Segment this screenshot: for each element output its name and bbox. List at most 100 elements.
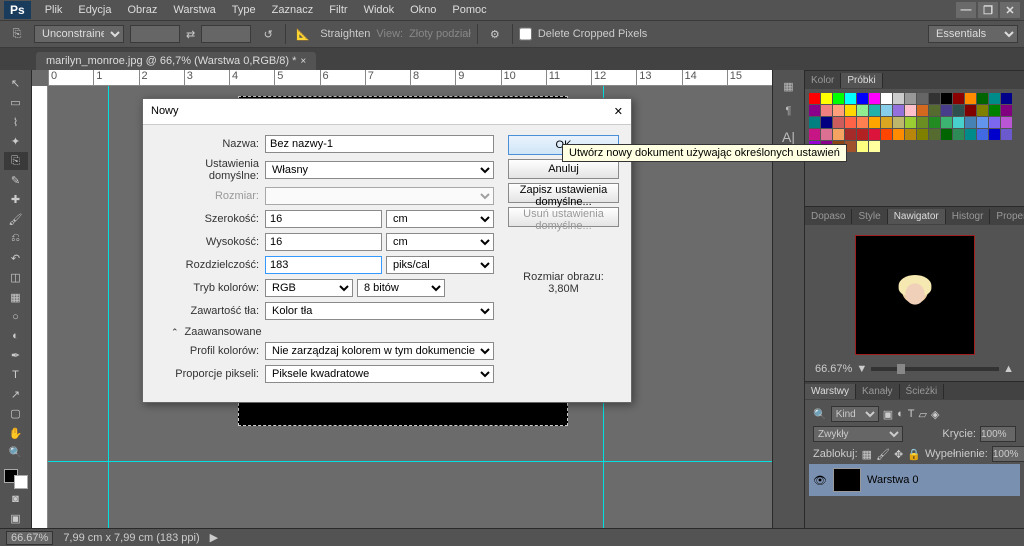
swatches-shortcut-icon[interactable]: ▦	[783, 80, 793, 93]
swatch[interactable]	[893, 117, 904, 128]
swatch[interactable]	[809, 105, 820, 116]
swatch[interactable]	[809, 117, 820, 128]
swatch[interactable]	[929, 129, 940, 140]
wand-tool[interactable]: ✦	[4, 132, 28, 150]
minimize-button[interactable]: —	[956, 2, 976, 18]
swatch[interactable]	[845, 117, 856, 128]
swatch[interactable]	[881, 105, 892, 116]
straighten-icon[interactable]: 📐	[292, 23, 314, 45]
zoom-input[interactable]: 66.67%	[6, 531, 53, 545]
tab-navigator[interactable]: Nawigator	[888, 209, 946, 224]
preset-select[interactable]: Własny	[265, 161, 494, 179]
swatch[interactable]	[1001, 129, 1012, 140]
layer-thumbnail[interactable]	[833, 468, 861, 492]
search-icon[interactable]: 🔍	[813, 408, 827, 421]
path-tool[interactable]: ↗	[4, 385, 28, 403]
layer-filter-select[interactable]: Kind	[831, 406, 879, 422]
menu-file[interactable]: Plik	[37, 2, 71, 18]
filter-type-icon[interactable]: T	[908, 408, 915, 420]
swatch[interactable]	[893, 129, 904, 140]
pen-tool[interactable]: ✒	[4, 346, 28, 364]
swatch[interactable]	[833, 93, 844, 104]
crop-width-input[interactable]	[130, 25, 180, 43]
menu-window[interactable]: Okno	[402, 2, 444, 18]
opacity-input[interactable]	[980, 426, 1016, 442]
swatch[interactable]	[917, 129, 928, 140]
height-unit-select[interactable]: cm	[386, 233, 494, 251]
swatch[interactable]	[857, 141, 868, 152]
visibility-icon[interactable]: 👁	[813, 474, 827, 487]
paragraph-shortcut-icon[interactable]: ¶	[786, 105, 792, 117]
swatch[interactable]	[977, 93, 988, 104]
swatch[interactable]	[941, 105, 952, 116]
swatch[interactable]	[833, 117, 844, 128]
guide-horizontal[interactable]	[48, 461, 772, 462]
swatch[interactable]	[977, 117, 988, 128]
layer-row[interactable]: 👁 Warstwa 0	[809, 464, 1020, 496]
swatch[interactable]	[893, 105, 904, 116]
menu-image[interactable]: Obraz	[119, 2, 165, 18]
swatch[interactable]	[941, 129, 952, 140]
tab-histogram[interactable]: Histogr	[946, 209, 991, 224]
swatch[interactable]	[869, 117, 880, 128]
close-window-button[interactable]: ✕	[1000, 2, 1020, 18]
stamp-tool[interactable]: ⎌	[4, 230, 28, 248]
document-tab[interactable]: marilyn_monroe.jpg @ 66,7% (Warstwa 0,RG…	[36, 52, 316, 70]
swatch[interactable]	[821, 105, 832, 116]
type-tool[interactable]: T	[4, 366, 28, 384]
maximize-button[interactable]: ❐	[978, 2, 998, 18]
workspace-select[interactable]: Essentials	[928, 25, 1018, 43]
background-select[interactable]: Kolor tła	[265, 302, 494, 320]
swatch[interactable]	[833, 105, 844, 116]
blend-mode-select[interactable]: Zwykły	[813, 426, 903, 442]
tab-adjustments[interactable]: Dopaso	[805, 209, 852, 224]
swatch[interactable]	[965, 93, 976, 104]
swatch[interactable]	[953, 93, 964, 104]
brush-tool[interactable]: 🖌	[4, 210, 28, 228]
swatch[interactable]	[857, 93, 868, 104]
shape-tool[interactable]: ▢	[4, 405, 28, 423]
zoom-tool[interactable]: 🔍	[4, 444, 28, 462]
zoom-out-icon[interactable]: ▼	[856, 363, 867, 375]
history-brush-tool[interactable]: ↶	[4, 249, 28, 267]
swatch[interactable]	[881, 129, 892, 140]
screenmode-tool[interactable]: ▣	[4, 510, 28, 528]
color-swatches-toggle[interactable]	[4, 469, 28, 489]
swatch[interactable]	[845, 129, 856, 140]
swatch[interactable]	[917, 117, 928, 128]
swatch[interactable]	[809, 129, 820, 140]
tab-styles[interactable]: Style	[852, 209, 887, 224]
lock-pixels-icon[interactable]: 🖌	[876, 448, 890, 461]
cancel-button[interactable]: Anuluj	[508, 159, 619, 179]
swatch[interactable]	[905, 129, 916, 140]
zoom-in-icon[interactable]: ▲	[1003, 363, 1014, 375]
navigator-thumbnail[interactable]	[855, 235, 975, 355]
swatch[interactable]	[989, 93, 1000, 104]
lasso-tool[interactable]: ⌇	[4, 113, 28, 131]
advanced-toggle[interactable]: ⌃ Zaawansowane	[171, 326, 494, 338]
swatch[interactable]	[881, 93, 892, 104]
filter-image-icon[interactable]: ▣	[883, 408, 893, 421]
swatch[interactable]	[881, 117, 892, 128]
resolution-unit-select[interactable]: piks/cal	[386, 256, 494, 274]
swatch[interactable]	[989, 117, 1000, 128]
swatch[interactable]	[845, 105, 856, 116]
menu-help[interactable]: Pomoc	[444, 2, 494, 18]
swatch[interactable]	[1001, 93, 1012, 104]
swatch[interactable]	[929, 93, 940, 104]
tab-color[interactable]: Kolor	[805, 73, 841, 88]
width-unit-select[interactable]: cm	[386, 210, 494, 228]
swatch[interactable]	[977, 105, 988, 116]
color-profile-select[interactable]: Nie zarządzaj kolorem w tym dokumencie	[265, 342, 494, 360]
zoom-slider[interactable]	[871, 367, 999, 371]
swatch[interactable]	[845, 93, 856, 104]
lock-all-icon[interactable]: 🔒	[907, 448, 921, 461]
background-color[interactable]	[14, 475, 28, 489]
close-tab-icon[interactable]: ×	[300, 56, 306, 67]
menu-type[interactable]: Type	[224, 2, 264, 18]
swatch[interactable]	[905, 93, 916, 104]
swatch[interactable]	[1001, 105, 1012, 116]
swatch[interactable]	[917, 105, 928, 116]
pixel-aspect-select[interactable]: Piksele kwadratowe	[265, 365, 494, 383]
swatch[interactable]	[989, 105, 1000, 116]
